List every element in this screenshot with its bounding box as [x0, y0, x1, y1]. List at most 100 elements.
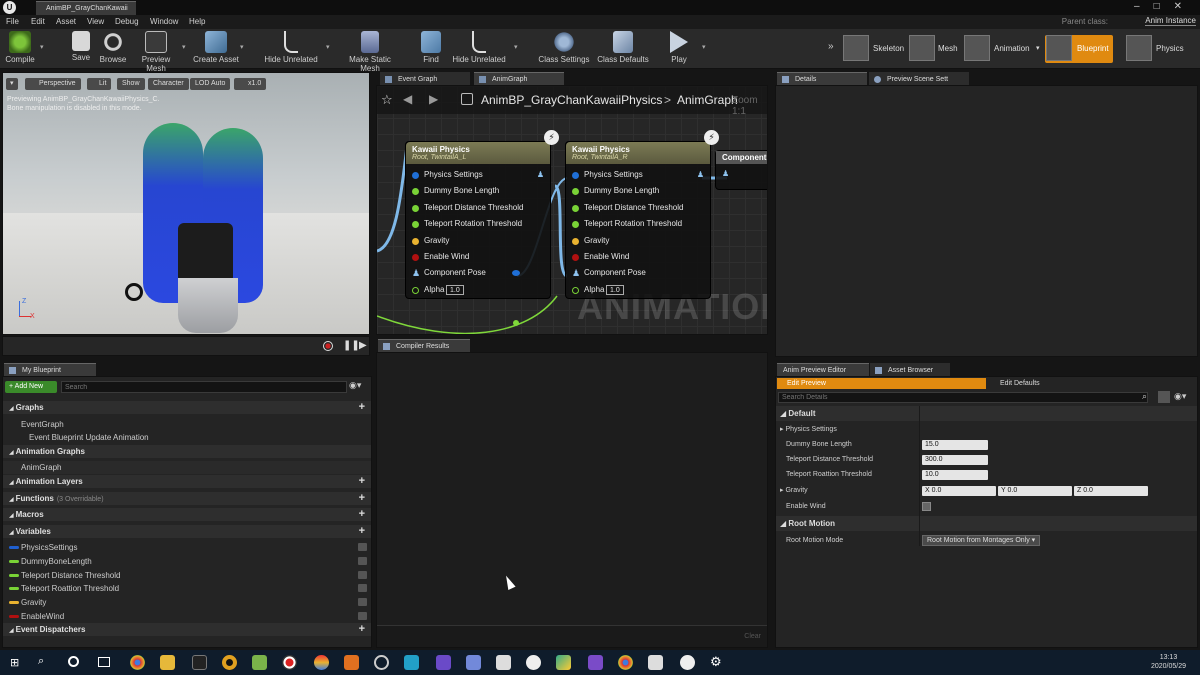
variable-physicssettings[interactable]: PhysicsSettings	[3, 541, 371, 554]
class-defaults-button[interactable]: Class Defaults	[597, 31, 649, 64]
record-icon[interactable]	[323, 341, 333, 351]
create-asset-button[interactable]: Create Asset	[193, 31, 239, 64]
variable-visibility-icon[interactable]	[358, 597, 367, 606]
add-new-button[interactable]: + Add New	[5, 381, 57, 393]
tab-asset-browser[interactable]: Asset Browser	[870, 363, 950, 376]
create-asset-dropdown-icon[interactable]: ▾	[240, 43, 244, 51]
pin-component-pose[interactable]: ♟ Component Pose	[406, 265, 550, 281]
tab-preview-scene-settings[interactable]: Preview Scene Sett	[869, 72, 969, 85]
preview-mesh-button[interactable]: Preview Mesh	[132, 31, 180, 73]
hide-unrelated-dropdown-icon[interactable]: ▾	[326, 43, 330, 51]
perspective-chip[interactable]: Perspective	[25, 78, 81, 90]
section-functions[interactable]: ◢ Functions (3 Overridable) +	[3, 491, 371, 505]
search-details-input[interactable]	[778, 392, 1148, 403]
edit-preview-toggle[interactable]: Edit Preview	[777, 378, 986, 389]
kawaii-physics-node-right[interactable]: ⚡ Kawaii Physics Root, TwintailA_R Physi…	[565, 130, 719, 300]
menu-edit[interactable]: Edit	[31, 17, 45, 26]
back-arrow-icon[interactable]: ◀	[403, 92, 412, 106]
pin-teleport-distance[interactable]: Teleport Distance Threshold	[406, 200, 550, 216]
add-icon[interactable]: +	[359, 492, 365, 505]
monitor-icon[interactable]	[496, 655, 511, 670]
app-cyan-icon[interactable]	[404, 655, 419, 670]
tab-anim-graph[interactable]: AnimGraph	[474, 72, 564, 85]
pin-gravity[interactable]: Gravity	[566, 233, 710, 249]
pin-component-pose[interactable]: ♟ Component Pose	[566, 265, 710, 281]
key-app-icon[interactable]	[344, 655, 359, 670]
lit-chip[interactable]: Lit	[87, 78, 112, 90]
menu-window[interactable]: Window	[150, 17, 178, 26]
variable-dummybonelength[interactable]: DummyBoneLength	[3, 555, 371, 568]
add-icon[interactable]: +	[359, 475, 365, 488]
gravity-x-input[interactable]: X 0.0	[922, 486, 996, 496]
pin-gravity[interactable]: Gravity	[406, 233, 550, 249]
root-motion-mode-dropdown[interactable]: Root Motion from Montages Only ▾	[922, 535, 1041, 546]
variable-visibility-icon[interactable]	[358, 611, 367, 620]
unreal-taskbar-icon-2[interactable]	[680, 655, 695, 670]
windows-start-icon[interactable]: ⊞	[10, 656, 19, 669]
app-cube-icon[interactable]	[648, 655, 663, 670]
unreal-taskbar-icon-1[interactable]	[526, 655, 541, 670]
variable-enablewind[interactable]: EnableWind	[3, 610, 371, 623]
tab-anim-preview-editor[interactable]: Anim Preview Editor	[777, 363, 869, 376]
pin-dummy-bone-length[interactable]: Dummy Bone Length	[406, 183, 550, 199]
add-icon[interactable]: +	[359, 623, 365, 636]
variable-visibility-icon[interactable]	[358, 543, 367, 552]
pin-enable-wind[interactable]: Enable Wind	[566, 249, 710, 265]
pin-dummy-bone-length[interactable]: Dummy Bone Length	[566, 183, 710, 199]
item-eventgraph[interactable]: EventGraph	[3, 418, 371, 431]
visual-studio-icon[interactable]	[588, 655, 603, 670]
file-explorer-icon[interactable]	[160, 655, 175, 670]
section-graphs[interactable]: ◢ Graphs +	[3, 401, 371, 414]
mode-animation[interactable]: Animation ▾	[964, 35, 1044, 63]
pause-icon[interactable]: ❚❚	[343, 340, 360, 351]
steam-icon[interactable]	[374, 655, 389, 670]
blender-icon[interactable]	[314, 655, 329, 670]
epic-games-icon[interactable]	[192, 655, 207, 670]
variable-visibility-icon[interactable]	[358, 556, 367, 565]
mode-mesh[interactable]: Mesh	[909, 35, 961, 63]
variable-teleport-roattion-threshold[interactable]: Teleport Roattion Threshold	[3, 582, 371, 595]
lod-auto-chip[interactable]: LOD Auto	[190, 78, 231, 90]
document-tab[interactable]: AnimBP_GrayChanKawaii	[36, 1, 136, 15]
system-clock[interactable]: 13:13 2020/05/29	[1151, 653, 1186, 671]
menu-view[interactable]: View	[87, 17, 104, 26]
app-circle-icon[interactable]	[222, 655, 237, 670]
section-event-dispatchers[interactable]: ◢ Event Dispatchers +	[3, 623, 371, 637]
view-options-eye-icon[interactable]: ◉▾	[349, 380, 361, 391]
make-static-mesh-button[interactable]: Make Static Mesh	[340, 31, 400, 73]
tab-my-blueprint[interactable]: My Blueprint	[4, 363, 96, 376]
details-eye-icon[interactable]: ◉▾	[1174, 391, 1186, 402]
menu-debug[interactable]: Debug	[115, 17, 139, 26]
teleport-distance-input[interactable]: 300.0	[922, 455, 988, 465]
section-animation-layers[interactable]: ◢ Animation Layers +	[3, 475, 371, 489]
modes-overflow-icon[interactable]: »	[828, 41, 834, 52]
menu-asset[interactable]: Asset	[56, 17, 76, 26]
edit-defaults-toggle[interactable]: Edit Defaults	[988, 378, 1196, 389]
task-view-icon[interactable]	[98, 657, 110, 667]
variable-visibility-icon[interactable]	[358, 570, 367, 579]
twitch-icon[interactable]	[436, 655, 451, 670]
tab-event-graph[interactable]: Event Graph	[380, 72, 470, 85]
parent-class-link[interactable]: Anim Instance	[1145, 16, 1196, 26]
pin-physics-settings[interactable]: Physics Settings ♟	[566, 167, 710, 183]
compile-button[interactable]: Compile	[4, 31, 36, 64]
chrome-icon[interactable]	[130, 655, 145, 670]
mode-skeleton[interactable]: Skeleton	[843, 35, 907, 63]
character-chip[interactable]: Character	[148, 78, 189, 90]
discord-icon[interactable]	[466, 655, 481, 670]
pin-alpha[interactable]: Alpha 1.0	[406, 282, 550, 298]
find-button[interactable]: Find	[420, 31, 442, 64]
forward-arrow-icon[interactable]: ▶	[429, 92, 438, 106]
app-colorful-icon[interactable]	[556, 655, 571, 670]
maximize-icon[interactable]: □	[1154, 1, 1174, 12]
notepad-plus-icon[interactable]	[252, 655, 267, 670]
enable-wind-checkbox[interactable]	[922, 502, 931, 511]
chrome-2-icon[interactable]	[618, 655, 633, 670]
mode-physics[interactable]: Physics	[1126, 35, 1200, 63]
preview-viewport[interactable]: ▾ Perspective Lit Show Character LOD Aut…	[2, 72, 370, 335]
breadcrumb-graph[interactable]: AnimGraph	[677, 93, 738, 107]
obs-record-icon[interactable]	[282, 655, 297, 670]
anim-graph-canvas[interactable]: ☆ ◀ ▶ AnimBP_GrayChanKawaiiPhysics > Ani…	[376, 85, 768, 335]
details-grid-icon[interactable]	[1158, 391, 1170, 403]
pin-alpha[interactable]: Alpha 1.0	[566, 282, 710, 298]
